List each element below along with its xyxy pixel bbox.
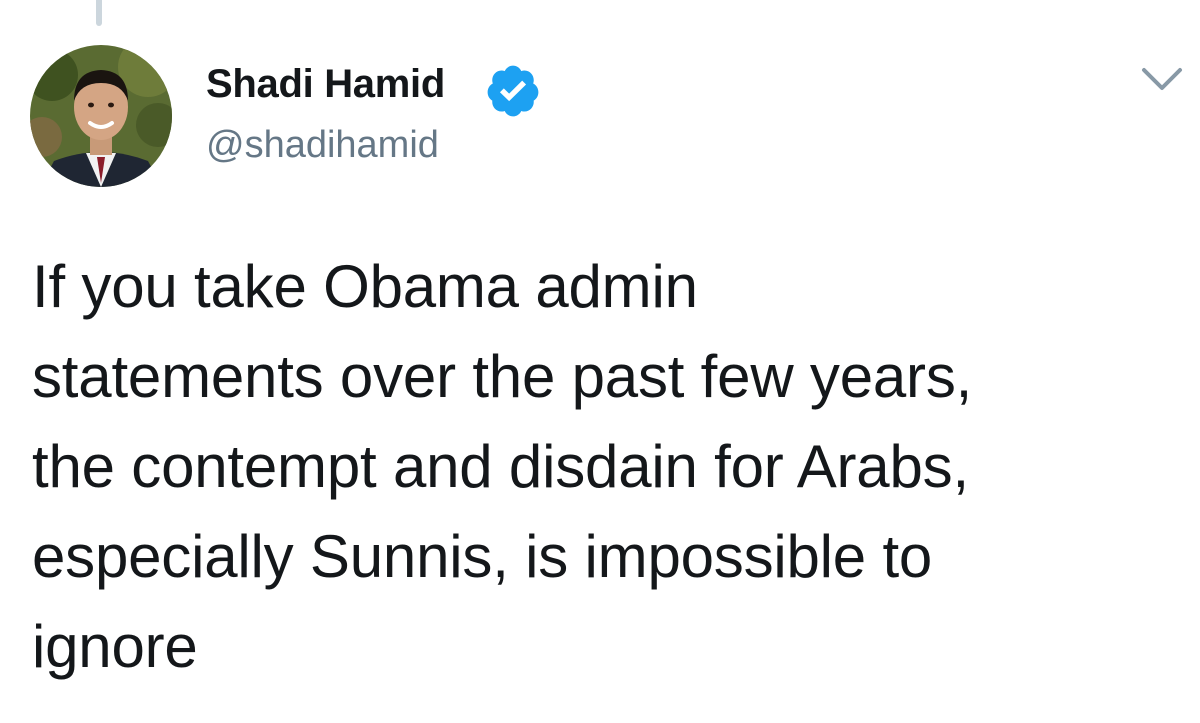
chevron-down-icon[interactable] — [1138, 62, 1186, 96]
tweet-text-line: the contempt and disdain for Arabs, — [32, 433, 969, 500]
avatar-photo-icon — [30, 45, 172, 187]
author-name[interactable]: Shadi Hamid — [206, 62, 445, 107]
verified-badge-icon — [487, 65, 539, 117]
avatar[interactable] — [30, 45, 172, 187]
tweet-text-line: ignore — [32, 613, 198, 680]
thread-connector-line — [96, 0, 102, 26]
tweet-text-line: If you take Obama admin — [32, 253, 698, 320]
author-handle[interactable]: @shadihamid — [206, 124, 439, 167]
tweet-text-line: statements over the past few years, — [32, 343, 973, 410]
tweet-text: If you take Obama admin statements over … — [32, 242, 1182, 692]
tweet-text-line: especially Sunnis, is impossible to — [32, 523, 933, 590]
